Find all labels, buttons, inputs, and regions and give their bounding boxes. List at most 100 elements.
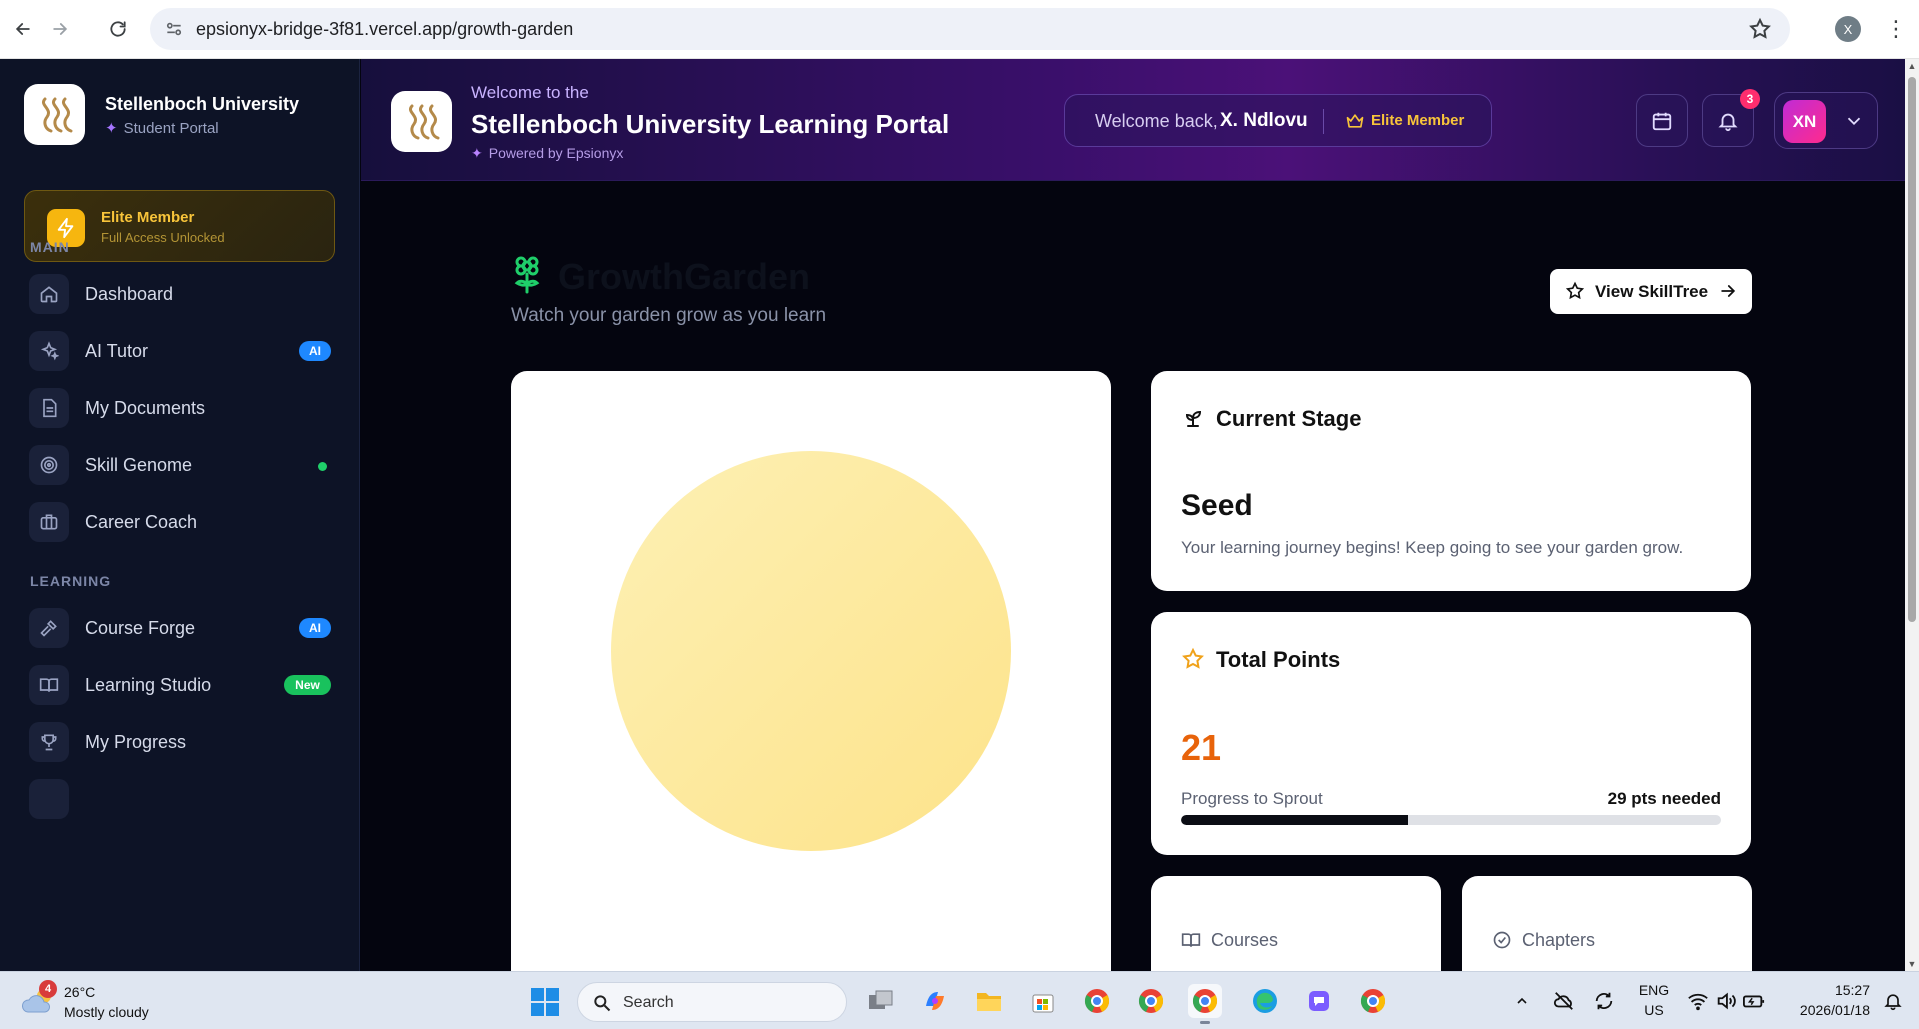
notification-center-icon[interactable] [1878, 972, 1908, 1029]
calendar-button[interactable] [1636, 94, 1688, 147]
language-eng[interactable]: ENG [1634, 982, 1674, 998]
notification-count-badge: 3 [1740, 89, 1760, 109]
welcome-back-text: Welcome back, [1095, 111, 1218, 131]
url-text[interactable]: epsionyx-bridge-3f81.vercel.app/growth-g… [196, 19, 573, 40]
reload-icon [110, 21, 126, 37]
crown-icon [1346, 114, 1364, 128]
bookmark-star-icon[interactable] [1748, 17, 1772, 41]
garden-sun [611, 451, 1011, 851]
sparkles-icon [29, 331, 69, 371]
chrome-profile-t2-icon[interactable] [1356, 984, 1390, 1018]
teams-chat-icon[interactable] [1302, 984, 1336, 1018]
sidebar-item-label: AI Tutor [85, 341, 149, 361]
task-view-icon[interactable] [864, 984, 898, 1018]
courses-label: Courses [1211, 930, 1279, 950]
chapters-card: Chapters [1462, 876, 1752, 971]
weather-widget[interactable]: 4 26°C Mostly cloudy [22, 980, 222, 1024]
user-name: X. Ndlovu [1220, 110, 1308, 131]
view-skilltree-button[interactable]: View SkillTree [1550, 269, 1752, 314]
forward-button[interactable] [45, 14, 75, 44]
chevron-down-icon [1847, 117, 1861, 126]
page-title: GrowthGarden [558, 256, 811, 297]
page-scrollbar[interactable]: ▲ ▼ [1905, 59, 1919, 971]
stage-description: Your learning journey begins! Keep going… [1181, 538, 1684, 557]
points-value: 21 [1181, 727, 1222, 768]
status-dot [318, 462, 327, 471]
calendar-icon [1652, 112, 1672, 130]
stage-name: Seed [1181, 489, 1253, 522]
chrome-profile-t-icon[interactable] [1134, 984, 1168, 1018]
view-skilltree-label: View SkillTree [1595, 282, 1709, 301]
sidebar: Stellenboch University ✦ Student Portal E… [0, 59, 360, 971]
page-subtitle: Watch your garden grow as you learn [511, 305, 827, 326]
arrow-left-icon [15, 23, 30, 35]
flower-icon [514, 256, 540, 294]
scroll-up-icon[interactable]: ▲ [1907, 61, 1917, 71]
taskbar-search[interactable]: Search [577, 982, 847, 1022]
sidebar-item-course-forge[interactable]: Course Forge AI [29, 603, 331, 653]
current-stage-card: Current Stage Seed Your learning journey… [1151, 371, 1751, 591]
sync-icon[interactable] [1590, 972, 1618, 1029]
nav-icon-placeholder [29, 779, 69, 819]
sidebar-item-next[interactable] [29, 774, 331, 824]
sidebar-item-dashboard[interactable]: Dashboard [29, 269, 331, 319]
clock-date[interactable]: 2026/01/18 [1778, 1002, 1870, 1018]
sidebar-item-ai-tutor[interactable]: AI Tutor AI [29, 326, 331, 376]
scroll-thumb[interactable] [1908, 77, 1916, 622]
edge-icon[interactable] [1248, 984, 1282, 1018]
elite-subtitle: Full Access Unlocked [101, 230, 225, 245]
membership-label: Elite Member [1371, 112, 1465, 129]
sparkle-icon: ✦ [105, 120, 118, 137]
target-icon [29, 445, 69, 485]
sidebar-brand[interactable]: Stellenboch University ✦ Student Portal [24, 84, 344, 146]
header-welcome: Welcome to the [471, 83, 589, 102]
brand-subtitle-text: Student Portal [123, 120, 219, 137]
file-explorer-icon[interactable] [972, 984, 1006, 1018]
browser-toolbar: epsionyx-bridge-3f81.vercel.app/growth-g… [0, 0, 1919, 59]
brand-subtitle: ✦ Student Portal [105, 119, 219, 137]
check-circle-icon [1493, 931, 1511, 949]
current-stage-heading: Current Stage [1216, 406, 1362, 431]
windows-start-icon[interactable] [530, 987, 560, 1017]
new-badge: New [284, 675, 331, 695]
sidebar-item-skill-genome[interactable]: Skill Genome [29, 440, 331, 490]
document-icon [29, 388, 69, 428]
site-settings-icon[interactable] [164, 19, 184, 39]
clock-time[interactable]: 15:27 [1778, 982, 1870, 998]
divider [1323, 109, 1324, 134]
microsoft-store-icon[interactable] [1026, 984, 1060, 1018]
reload-button[interactable] [103, 14, 133, 44]
notifications-button[interactable]: 3 [1702, 89, 1760, 147]
sidebar-item-learning-studio[interactable]: Learning Studio New [29, 660, 331, 710]
chrome-icon[interactable] [1080, 984, 1114, 1018]
brand-name: Stellenboch University [105, 94, 300, 114]
sidebar-item-my-progress[interactable]: My Progress [29, 717, 331, 767]
chrome-profile-x-icon[interactable] [1188, 984, 1222, 1024]
volume-icon[interactable] [1712, 972, 1740, 1029]
weather-description: Mostly cloudy [64, 1004, 149, 1020]
sidebar-item-career-coach[interactable]: Career Coach [29, 497, 331, 547]
back-button[interactable] [8, 14, 38, 44]
arrow-right-icon [1721, 285, 1736, 297]
powered-text: Powered by Epsionyx [488, 145, 624, 161]
elite-member-card[interactable]: Elite Member Full Access Unlocked [24, 190, 335, 262]
show-hidden-icons-chevron-up-icon[interactable] [1510, 972, 1534, 1029]
sidebar-item-my-documents[interactable]: My Documents [29, 383, 331, 433]
elite-title: Elite Member [101, 209, 195, 226]
sidebar-item-label: Skill Genome [85, 455, 193, 475]
bell-icon [1718, 113, 1738, 131]
book-open-icon [1181, 933, 1201, 947]
copilot-icon[interactable] [918, 984, 952, 1018]
header-logo [391, 91, 452, 152]
wifi-icon[interactable] [1684, 972, 1712, 1029]
language-us[interactable]: US [1634, 1002, 1674, 1018]
browser-menu-icon[interactable]: ⋮ [1885, 16, 1907, 42]
browser-profile-avatar[interactable]: X [1835, 16, 1861, 42]
battery-icon[interactable] [1740, 972, 1768, 1029]
address-bar[interactable]: epsionyx-bridge-3f81.vercel.app/growth-g… [150, 8, 1790, 50]
scroll-down-icon[interactable]: ▼ [1907, 959, 1917, 969]
cloud-sync-off-icon[interactable] [1550, 972, 1578, 1029]
progress-label: Progress to Sprout [1181, 789, 1323, 808]
user-menu[interactable]: XN [1774, 92, 1878, 149]
windows-taskbar: 4 26°C Mostly cloudy Search ENG US 15:27… [0, 971, 1919, 1029]
